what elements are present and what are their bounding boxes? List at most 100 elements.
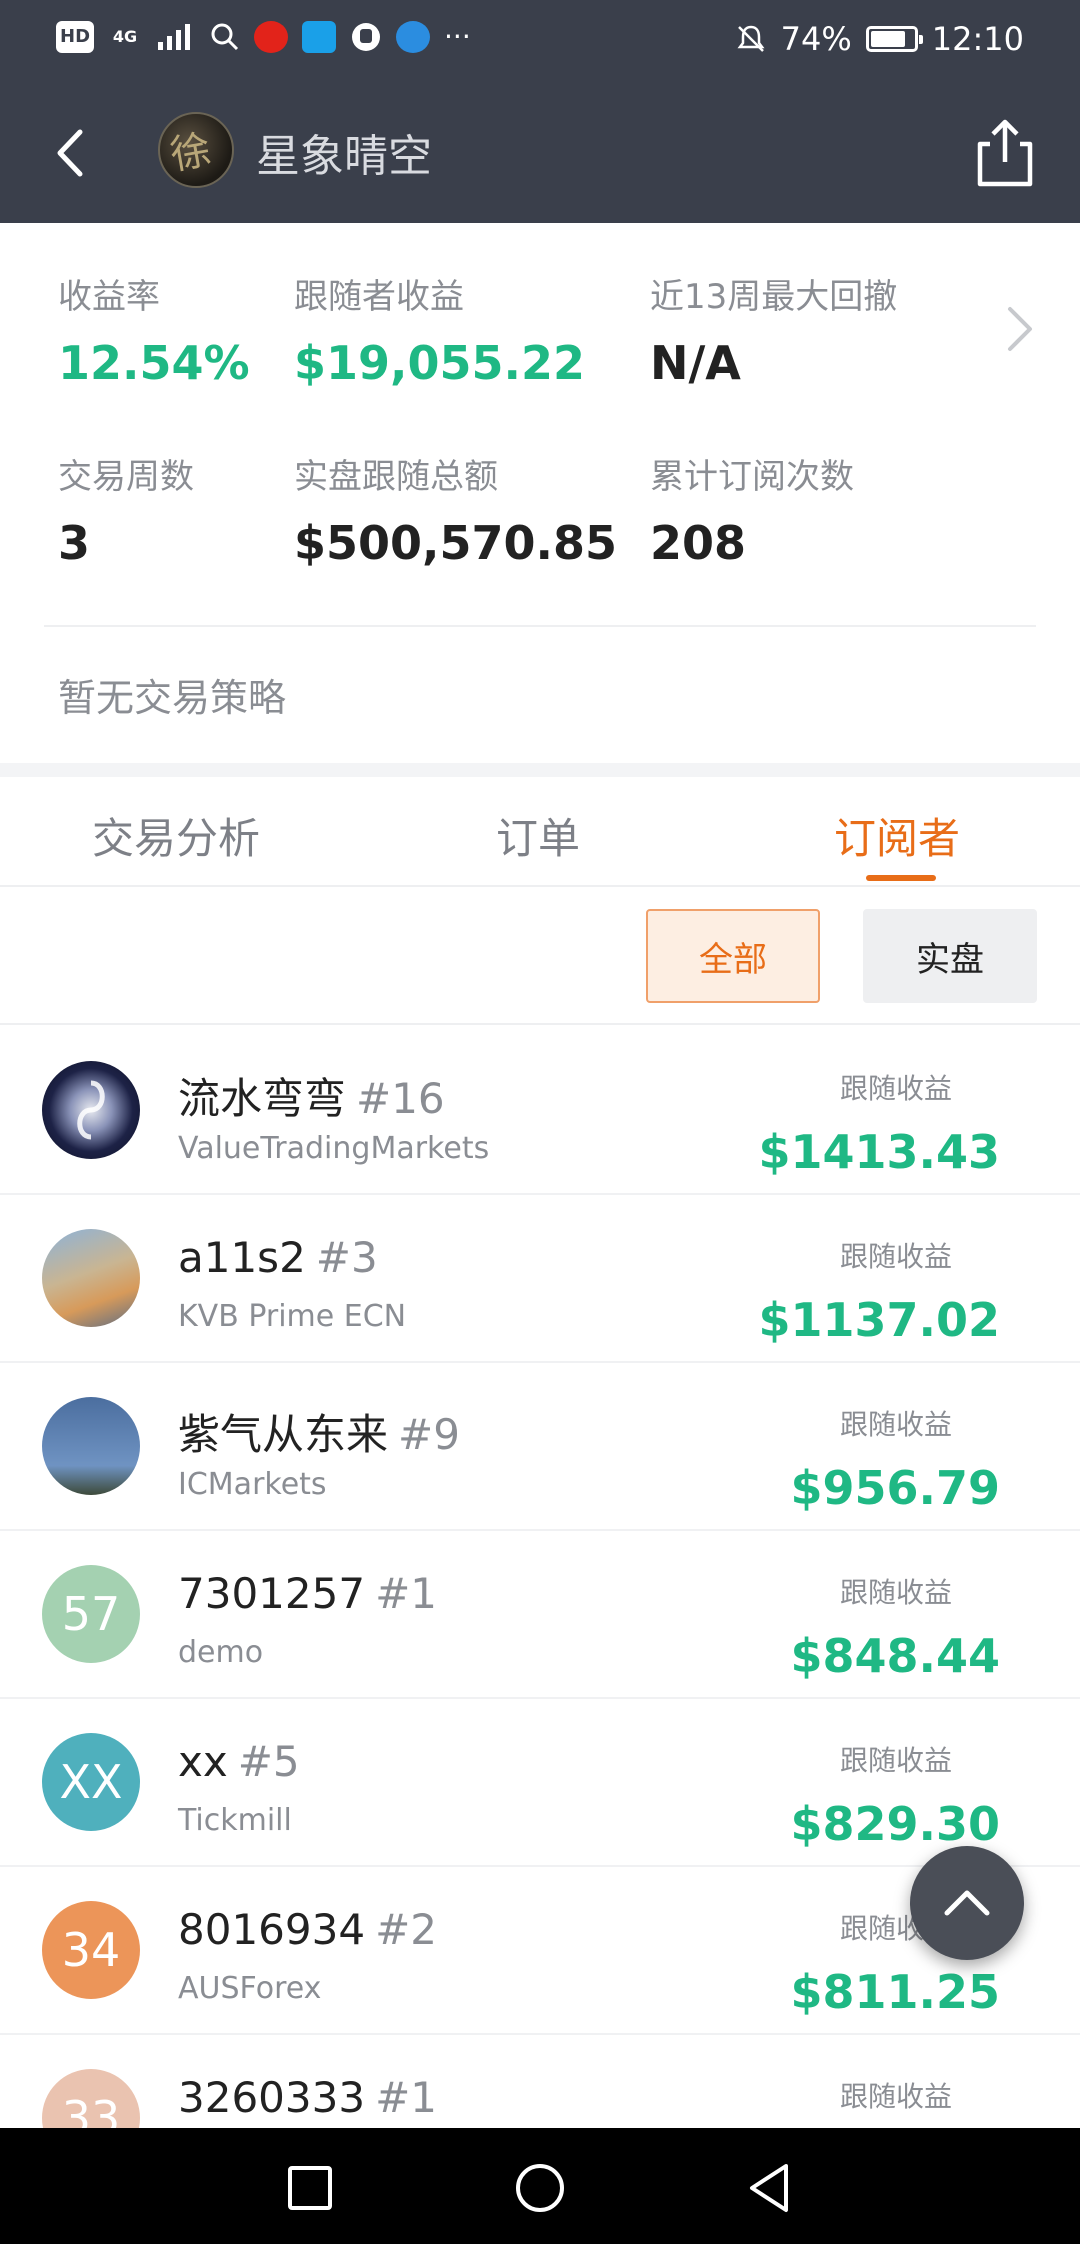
tab-subscribers[interactable]: 订阅者: [834, 805, 960, 866]
scroll-to-top-button[interactable]: [910, 1846, 1024, 1960]
mute-icon: [737, 25, 765, 52]
list-item[interactable]: 流水弯弯 #16 ValueTradingMarkets 跟随收益 $1413.4…: [0, 1027, 1080, 1195]
page-title: 星象晴空: [256, 131, 432, 182]
chat-app-icon: [302, 20, 337, 53]
stat-subscriptions: 累计订阅次数 208: [650, 449, 854, 570]
avatar: [42, 1397, 140, 1495]
signal-icon: [158, 23, 191, 50]
status-right: 74% 12:10: [735, 20, 1024, 58]
system-nav-bar: [0, 2128, 1080, 2244]
tab-orders[interactable]: 订单: [496, 805, 580, 866]
subscriber-name: 3260333 #1: [178, 2073, 437, 2122]
list-item[interactable]: 57 7301257 #1 demo 跟随收益 $848.44: [0, 1531, 1080, 1699]
filter-live-button[interactable]: 实盘: [863, 909, 1037, 1003]
stat-return-rate: 收益率 12.54%: [58, 269, 250, 390]
subscriber-name-text: 紫气从东来: [178, 1410, 389, 1459]
nav-bar: 徐 星象晴空: [0, 100, 1080, 210]
back-icon[interactable]: [740, 2158, 800, 2218]
status-left: HD 4G ···: [56, 20, 471, 53]
tab-trade-analysis[interactable]: 交易分析: [92, 805, 260, 866]
profit-value: $1413.43: [758, 1125, 1000, 1179]
subscriber-broker: ValueTradingMarkets: [178, 1131, 490, 1166]
list-item[interactable]: XX xx #5 Tickmill 跟随收益 $829.30: [0, 1699, 1080, 1867]
divider: [44, 625, 1036, 627]
stat-value: 12.54%: [58, 336, 250, 390]
stats-panel: 收益率 12.54% 跟随者收益 $19,055.22 近13周最大回撤 N/A…: [0, 223, 1080, 763]
tab-bar: 交易分析 订单 订阅者: [0, 777, 1080, 887]
profit-value: $811.25: [790, 1965, 1000, 2019]
subscriber-name: xx #5: [178, 1737, 300, 1786]
subscriber-rank: #3: [315, 1233, 378, 1282]
subscriber-rank: #9: [398, 1410, 460, 1459]
avatar-initials: 34: [61, 1923, 121, 1977]
stat-value: $19,055.22: [294, 336, 586, 390]
chevron-up-icon: [944, 1890, 990, 1916]
profit-label: 跟随收益: [839, 1408, 952, 1441]
network-badge: 4G: [112, 27, 138, 46]
strategy-note: 暂无交易策略: [58, 676, 287, 720]
recent-apps-icon[interactable]: [280, 2158, 340, 2218]
subscriber-rank: #5: [237, 1737, 300, 1786]
subscriber-name-text: xx: [178, 1737, 228, 1786]
stat-label: 实盘跟随总额: [294, 457, 498, 497]
profit-value: $848.44: [790, 1629, 1000, 1683]
battery-icon: [865, 26, 923, 52]
stat-trade-weeks: 交易周数 3: [58, 449, 194, 570]
trader-avatar[interactable]: 徐: [158, 112, 234, 188]
top-bar: HD 4G ··· 74% 12:10 徐 星象晴空: [0, 0, 1080, 223]
stat-label: 累计订阅次数: [650, 457, 854, 497]
share-icon[interactable]: [968, 114, 1042, 190]
subscriber-name: 紫气从东来 #9: [178, 1401, 460, 1462]
subscriber-rank: #1: [375, 1569, 437, 1618]
subscriber-broker: KVB Prime ECN: [178, 1299, 407, 1334]
avatar-initials: 57: [61, 1587, 121, 1641]
avatar: XX: [42, 1733, 140, 1831]
profit-value: $1137.02: [758, 1293, 1000, 1347]
subscriber-broker: Tickmill: [178, 1803, 292, 1838]
profit-label: 跟随收益: [839, 1240, 952, 1273]
subscriber-name-text: a11s2: [178, 1233, 306, 1282]
section-gap: [0, 763, 1080, 777]
profit-label: 跟随收益: [839, 1744, 952, 1777]
subscriber-name: 流水弯弯 #16: [178, 1065, 445, 1126]
subscriber-name-text: 3260333: [178, 2073, 366, 2122]
active-tab-indicator: [866, 875, 936, 881]
clock: 12:10: [931, 20, 1024, 58]
stat-value: $500,570.85: [294, 516, 618, 570]
back-arrow-icon[interactable]: [38, 118, 108, 188]
chevron-right-icon[interactable]: [1000, 301, 1040, 357]
avatar: [42, 1229, 140, 1327]
hd-badge: HD: [56, 20, 95, 53]
profit-label: 跟随收益: [839, 1576, 952, 1609]
stat-label: 交易周数: [58, 457, 194, 497]
taiji-icon: [77, 1080, 105, 1140]
subscriber-rank: #2: [375, 1905, 437, 1954]
stat-value: 3: [58, 516, 91, 570]
subscriber-rank: #16: [356, 1074, 445, 1123]
stat-value: 208: [650, 516, 747, 570]
bank-app-icon: [254, 20, 289, 53]
stat-value: N/A: [650, 336, 741, 390]
list-item[interactable]: 紫气从东来 #9 ICMarkets 跟随收益 $956.79: [0, 1363, 1080, 1531]
avatar: [42, 1061, 140, 1159]
subscriber-rank: #1: [375, 2073, 437, 2122]
avatar: 34: [42, 1901, 140, 1999]
avatar: 57: [42, 1565, 140, 1663]
subscriber-broker: ICMarkets: [178, 1467, 327, 1502]
stat-follower-profit: 跟随者收益 $19,055.22: [294, 269, 585, 390]
avatar-initials: XX: [59, 1755, 123, 1809]
avatar-calligraphy: 徐: [167, 126, 215, 180]
profit-value: $829.30: [790, 1797, 1000, 1851]
filter-bar: 全部 实盘: [0, 889, 1080, 1025]
battery-percent: 74%: [780, 20, 852, 58]
stat-max-drawdown[interactable]: 近13周最大回撤 N/A: [650, 269, 897, 390]
list-item[interactable]: a11s2 #3 KVB Prime ECN 跟随收益 $1137.02: [0, 1195, 1080, 1363]
subscriber-broker: demo: [178, 1635, 264, 1670]
home-icon[interactable]: [510, 2158, 570, 2218]
browser-app-icon: [396, 20, 431, 53]
subscriber-name: 7301257 #1: [178, 1569, 437, 1618]
filter-all-button[interactable]: 全部: [646, 909, 820, 1003]
subscriber-name-text: 7301257: [178, 1569, 366, 1618]
search-icon: [211, 23, 239, 50]
stat-label: 近13周最大回撤: [650, 277, 898, 317]
